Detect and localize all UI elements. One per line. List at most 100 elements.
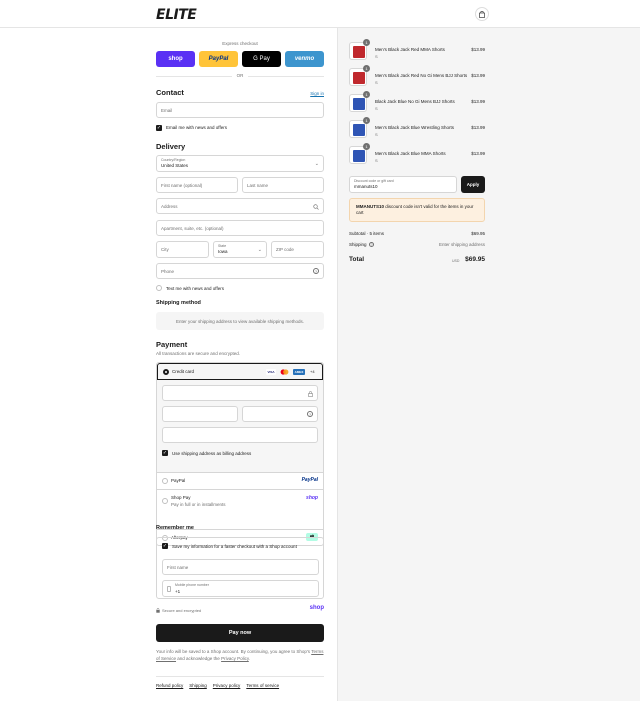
address-placeholder: Address	[161, 204, 178, 209]
privacy-link[interactable]: Privacy Policy	[221, 656, 249, 661]
currency-label: USD	[452, 259, 460, 263]
phone-field[interactable]: Phone ?	[156, 263, 324, 279]
expiration-field[interactable]	[162, 406, 238, 422]
first-name-placeholder: First name (optional)	[161, 183, 203, 188]
last-name-placeholder: Last name	[247, 183, 269, 188]
paypal-radio[interactable]	[162, 478, 168, 484]
subtotal-value: $69.95	[471, 231, 485, 236]
pay-now-button[interactable]: Pay now	[156, 624, 324, 642]
city-field[interactable]: City	[156, 241, 209, 258]
card-details-section: ? ✓ Use shipping address as billing addr…	[157, 380, 323, 473]
newsletter-checkbox[interactable]: ✓	[156, 125, 162, 131]
help-icon[interactable]: ?	[313, 268, 319, 274]
first-name-field[interactable]: First name (optional)	[156, 177, 238, 193]
sign-in-link[interactable]: Sign in	[310, 91, 324, 96]
state-select[interactable]: State Iowa ⌄	[213, 241, 267, 258]
payment-options: Credit card VISA AMEX +4 ? ✓ Use shippin…	[156, 362, 324, 546]
quantity-badge: 1	[363, 65, 370, 72]
mobile-phone-field[interactable]: Mobile phone number +1	[162, 580, 319, 597]
help-icon[interactable]: ?	[307, 411, 313, 417]
state-label: State	[218, 244, 227, 248]
paypal-button-label: PayPal	[208, 56, 229, 62]
last-name-field[interactable]: Last name	[242, 177, 324, 193]
item-price: $13.99	[471, 151, 485, 156]
paypal-button[interactable]: PayPal	[199, 51, 238, 67]
shop-pay-option[interactable]: Shop Pay Pay in full or in installments …	[157, 489, 323, 512]
refund-policy-link[interactable]: Refund policy	[156, 683, 183, 688]
shop-logo: shop	[309, 605, 324, 611]
apply-button[interactable]: Apply	[461, 176, 485, 193]
shipping-label: Shipping	[349, 242, 367, 247]
remember-first-name-field[interactable]: First name	[162, 559, 319, 575]
save-info-label: Save my information for a faster checkou…	[172, 544, 297, 549]
help-icon[interactable]: ?	[369, 242, 374, 247]
item-variant: S	[375, 132, 378, 137]
secure-label: Secure and encrypted	[162, 608, 202, 613]
shop-pay-sublabel: Pay in full or in installments	[171, 502, 226, 507]
item-price: $13.99	[471, 99, 485, 104]
save-info-checkbox[interactable]: ✓	[162, 543, 168, 549]
security-code-field[interactable]: ?	[242, 406, 318, 422]
quantity-badge: 1	[363, 39, 370, 46]
header: ELITE	[0, 0, 640, 28]
address-field[interactable]: Address	[156, 198, 324, 214]
country-value: United States	[161, 163, 189, 168]
shipping-value: Enter shipping address	[438, 242, 485, 247]
phone-placeholder: Phone	[161, 269, 175, 274]
venmo-button-label: venmo	[294, 56, 315, 62]
paypal-option[interactable]: PayPal PayPal	[157, 472, 323, 489]
cart-bag-icon[interactable]	[475, 7, 489, 21]
apply-label: Apply	[466, 182, 480, 187]
shop-pay-button[interactable]: shop	[156, 51, 195, 67]
item-price: $13.99	[471, 125, 485, 130]
credit-card-radio[interactable]	[163, 369, 169, 375]
item-name: Men's Black Jack Blue MMA Shorts	[375, 151, 446, 156]
item-variant: S	[375, 106, 378, 111]
item-variant: S	[375, 158, 378, 163]
or-label: OR	[236, 73, 244, 78]
shop-pay-radio[interactable]	[162, 498, 168, 504]
card-number-field[interactable]	[162, 385, 318, 401]
shop-pay-label: Shop Pay	[171, 495, 191, 500]
remember-me-box: ✓ Save my information for a faster check…	[156, 537, 324, 599]
more-cards-label: +4	[310, 369, 315, 374]
elite-logo[interactable]: ELITE	[156, 7, 222, 21]
mobile-value: +1	[175, 589, 181, 594]
lock-icon	[308, 391, 313, 397]
delivery-title: Delivery	[156, 142, 186, 151]
text-offers-checkbox[interactable]	[156, 285, 162, 291]
discount-error-notice: MMANUTS10 discount code isn't valid for …	[349, 198, 485, 222]
remember-first-name-placeholder: First name	[167, 565, 189, 570]
email-field[interactable]: Email	[156, 102, 324, 118]
credit-card-label: Credit card	[172, 369, 195, 374]
terms-of-service-link[interactable]: Terms of service	[246, 683, 279, 688]
venmo-button[interactable]: venmo	[285, 51, 324, 67]
legal-text-2: and acknowledge the	[177, 656, 220, 661]
billing-same-checkbox[interactable]: ✓	[162, 450, 168, 456]
search-icon	[313, 204, 319, 210]
item-price: $13.99	[471, 47, 485, 52]
text-offers-label: Text me with news and offers	[166, 286, 224, 291]
credit-card-option[interactable]: Credit card VISA AMEX +4	[157, 363, 323, 380]
item-name: Men's Black Jack Red MMA Shorts	[375, 47, 445, 52]
phone-icon	[167, 586, 171, 592]
zip-field[interactable]: ZIP code	[271, 241, 324, 258]
discount-code-field[interactable]: Discount code or gift card mmanuts10	[349, 176, 457, 193]
apartment-field[interactable]: Apartment, suite, etc. (optional)	[156, 220, 324, 236]
discount-error-code: MMANUTS10	[356, 204, 385, 209]
google-pay-button-label: G Pay	[253, 56, 270, 62]
shipping-link[interactable]: Shipping	[189, 683, 207, 688]
visa-icon: VISA	[266, 369, 276, 375]
remember-me-title: Remember me	[156, 525, 194, 531]
item-price: $13.99	[471, 73, 485, 78]
legal-text: Your info will be saved to a Shop accoun…	[156, 648, 324, 662]
country-select[interactable]: Country/Region United States ⌄	[156, 155, 324, 172]
google-pay-button[interactable]: G Pay	[242, 51, 281, 67]
state-value: Iowa	[218, 249, 228, 254]
privacy-policy-link[interactable]: Privacy policy	[213, 683, 241, 688]
subtotal-label: Subtotal · 5 items	[349, 231, 385, 236]
total-value: $69.95	[465, 256, 485, 263]
newsletter-label: Email me with news and offers	[166, 125, 227, 130]
apartment-placeholder: Apartment, suite, etc. (optional)	[161, 226, 224, 231]
name-on-card-field[interactable]	[162, 427, 318, 443]
